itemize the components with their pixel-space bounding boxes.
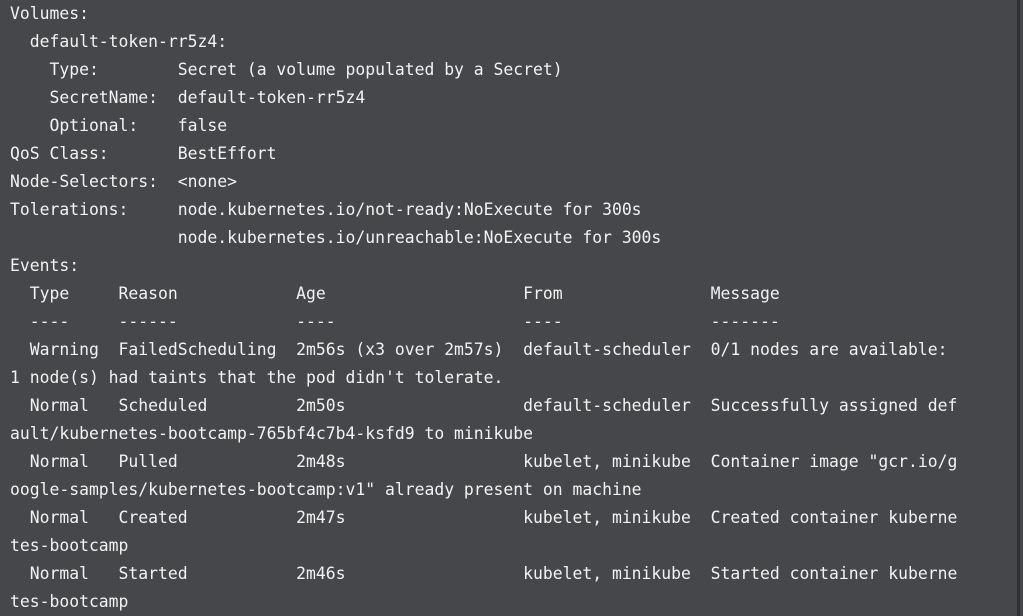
qos-class-line: QoS Class: BestEffort	[10, 144, 277, 163]
volume-name-line: default-token-rr5z4:	[10, 32, 228, 51]
event-row-scheduled: Normal Scheduled 2m50s default-scheduler…	[10, 396, 958, 415]
terminal-window: Volumes: default-token-rr5z4: Type: Secr…	[0, 0, 1020, 616]
event-row-created-wrap: tes-bootcamp	[10, 536, 129, 555]
event-row-created: Normal Created 2m47s kubelet, minikube C…	[10, 508, 958, 527]
volume-type-line: Type: Secret (a volume populated by a Se…	[10, 60, 563, 79]
tolerations-line: Tolerations: node.kubernetes.io/not-read…	[10, 200, 642, 219]
event-row-pulled: Normal Pulled 2m48s kubelet, minikube Co…	[10, 452, 958, 471]
events-table-header: Type Reason Age From Message	[10, 284, 780, 303]
event-row-pulled-wrap: oogle-samples/kubernetes-bootcamp:v1" al…	[10, 480, 642, 499]
event-row-warning: Warning FailedScheduling 2m56s (x3 over …	[10, 340, 948, 359]
terminal-output: Volumes: default-token-rr5z4: Type: Secr…	[0, 0, 1017, 616]
event-row-scheduled-wrap: ault/kubernetes-bootcamp-765bf4c7b4-ksfd…	[10, 424, 534, 443]
tolerations-line-2: node.kubernetes.io/unreachable:NoExecute…	[10, 228, 662, 247]
event-row-started-wrap: tes-bootcamp	[10, 592, 129, 611]
optional-line: Optional: false	[10, 116, 228, 135]
volumes-header-line: Volumes:	[10, 4, 89, 23]
secret-name-line: SecretName: default-token-rr5z4	[10, 88, 366, 107]
node-selectors-line: Node-Selectors: <none>	[10, 172, 237, 191]
event-row-warning-wrap: 1 node(s) had taints that the pod didn't…	[10, 368, 504, 387]
events-header-line: Events:	[10, 256, 80, 275]
event-row-started: Normal Started 2m46s kubelet, minikube S…	[10, 564, 958, 583]
events-table-divider: ---- ------ ---- ---- -------	[10, 312, 780, 331]
